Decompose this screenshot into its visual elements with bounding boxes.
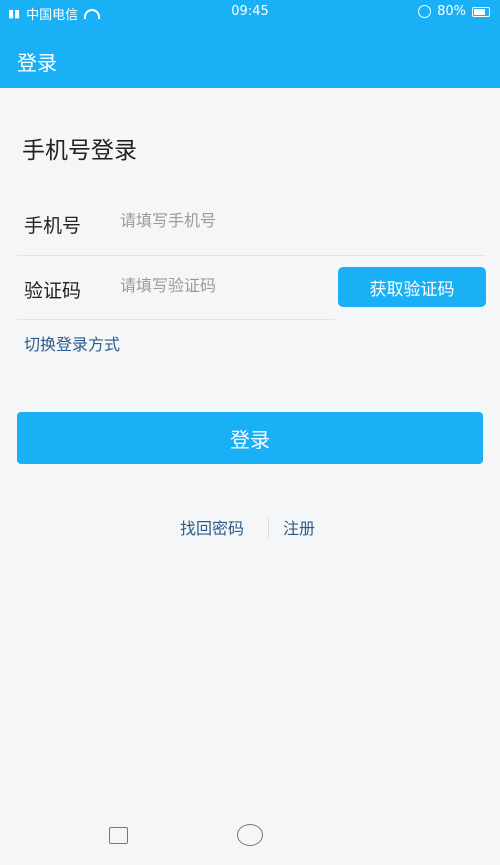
form-title: 手机号登录 <box>22 138 137 164</box>
login-button[interactable]: 登录 <box>17 412 483 464</box>
code-divider <box>17 319 335 320</box>
link-separator <box>268 517 269 539</box>
bottom-links: 找回密码 注册 <box>0 515 500 541</box>
get-code-button[interactable]: 获取验证码 <box>338 267 486 307</box>
home-icon[interactable] <box>237 824 263 846</box>
alarm-icon <box>418 5 432 18</box>
battery-fill <box>474 8 485 15</box>
phone-divider <box>17 255 485 256</box>
code-label: 验证码 <box>24 280 82 302</box>
status-right: 80% <box>418 4 490 19</box>
battery-icon <box>472 6 490 17</box>
find-password-link[interactable]: 找回密码 <box>180 515 244 539</box>
page-title: 登录 <box>17 51 57 75</box>
recent-apps-icon[interactable] <box>109 827 128 844</box>
code-input[interactable] <box>120 276 320 295</box>
switch-login-mode-link[interactable]: 切换登录方式 <box>24 331 120 355</box>
status-bar: ▮▮ 中国电信 09:45 80% <box>0 0 500 24</box>
phone-label: 手机号 <box>24 215 82 237</box>
app-header: ▮▮ 中国电信 09:45 80% 登录 <box>0 0 500 88</box>
battery-percent: 80% <box>437 4 466 19</box>
phone-input[interactable] <box>120 211 320 230</box>
register-link[interactable]: 注册 <box>283 515 315 539</box>
